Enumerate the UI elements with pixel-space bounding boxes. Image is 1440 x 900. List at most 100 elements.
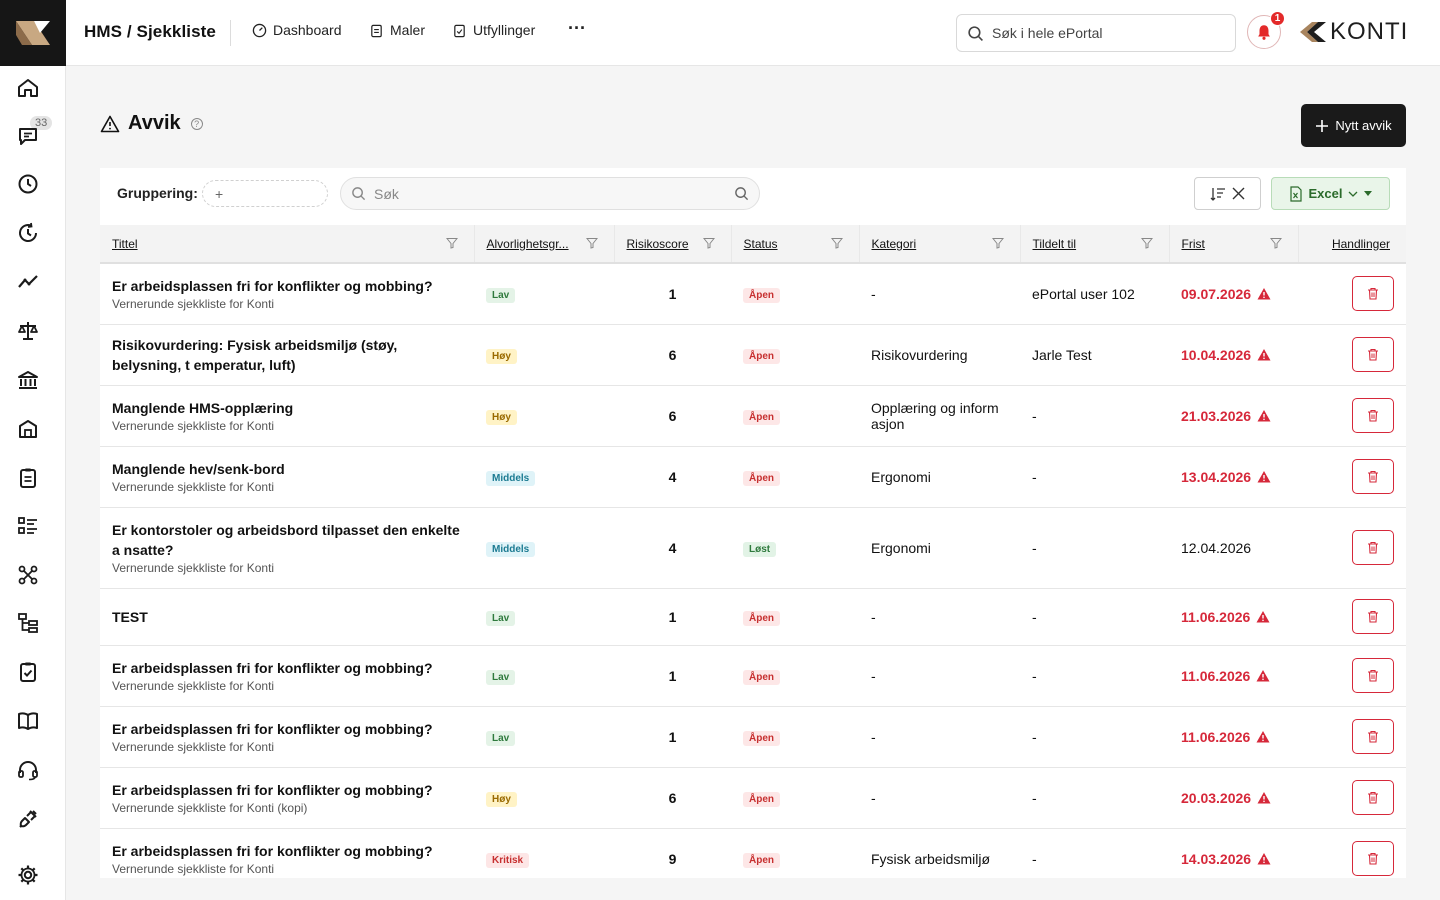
deviation-title[interactable]: Er arbeidsplassen fri for konflikter og … <box>112 658 462 678</box>
nav-dashboard[interactable]: Dashboard <box>252 22 342 38</box>
grouping-add-button[interactable]: + <box>202 180 328 207</box>
delete-button[interactable] <box>1352 398 1394 433</box>
clear-sort-button[interactable] <box>1194 177 1261 210</box>
deviation-title[interactable]: Er arbeidsplassen fri for konflikter og … <box>112 780 462 800</box>
deviation-title[interactable]: TEST <box>112 607 462 627</box>
status-badge: Løst <box>743 541 777 557</box>
sidebar-item-clock[interactable] <box>14 170 42 198</box>
filter-icon[interactable] <box>991 237 1004 249</box>
table-row[interactable]: Er arbeidsplassen fri for konflikter og … <box>100 827 1406 878</box>
overdue-warning-icon <box>1256 730 1270 742</box>
deviation-source: Vernerunde sjekkliste for Konti <box>112 862 275 877</box>
deviation-title[interactable]: Er arbeidsplassen fri for konflikter og … <box>112 719 462 739</box>
app-logo[interactable] <box>0 0 66 66</box>
column-header[interactable]: Tildelt til <box>1020 225 1170 263</box>
deviation-title[interactable]: Er kontorstoler og arbeidsbord tilpasset… <box>112 520 462 560</box>
due-date-overdue: 21.03.2026 <box>1181 408 1286 424</box>
cell-actions <box>1298 766 1406 828</box>
column-header[interactable]: Handlinger <box>1298 225 1406 263</box>
delete-button[interactable] <box>1352 530 1394 565</box>
deviation-title[interactable]: Manglende hev/senk-bord <box>112 459 462 479</box>
deviation-title[interactable]: Er arbeidsplassen fri for konflikter og … <box>112 276 462 296</box>
delete-button[interactable] <box>1352 337 1394 372</box>
nav-maler[interactable]: Maler <box>369 22 425 38</box>
filter-icon[interactable] <box>585 237 598 249</box>
delete-button[interactable] <box>1352 276 1394 312</box>
deviation-title[interactable]: Manglende HMS-opplæring <box>112 398 462 418</box>
category: Fysisk arbeidsmiljø <box>859 827 1020 878</box>
assignee: - <box>1020 506 1169 588</box>
column-header-label: Alvorlighetsgr... <box>486 236 569 251</box>
delete-button[interactable] <box>1352 658 1394 693</box>
due-date-overdue: 11.06.2026 <box>1181 668 1286 684</box>
cell-severity: Lav <box>474 705 614 767</box>
more-menu-button[interactable]: ··· <box>568 18 586 39</box>
filter-icon[interactable] <box>1269 237 1282 249</box>
cell-title: Er arbeidsplassen fri for konflikter og … <box>100 644 474 706</box>
sidebar-item-network[interactable] <box>14 561 42 589</box>
table-row[interactable]: Er arbeidsplassen fri for konflikter og … <box>100 262 1406 324</box>
deviation-source: Vernerunde sjekkliste for Konti <box>112 679 275 693</box>
due-date: 09.07.2026 <box>1181 285 1252 302</box>
category: - <box>859 705 1020 767</box>
column-header[interactable]: Alvorlighetsgr... <box>474 225 615 263</box>
sidebar-item-checklist[interactable] <box>14 658 42 686</box>
delete-button[interactable] <box>1352 459 1394 494</box>
status-badge: Åpen <box>743 409 780 425</box>
severity-badge: Middels <box>486 541 536 557</box>
column-header[interactable]: Tittel <box>100 225 475 263</box>
table-row[interactable]: Manglende HMS-opplæring Vernerunde sjekkl… <box>100 384 1406 446</box>
delete-button[interactable] <box>1352 780 1394 815</box>
help-icon[interactable]: ? <box>190 117 203 130</box>
sidebar-item-history[interactable] <box>14 219 42 247</box>
konti-logo-text: KONTI <box>1330 18 1409 45</box>
delete-button[interactable] <box>1352 719 1394 754</box>
global-search-input[interactable]: Søk i hele ePortal <box>956 14 1236 52</box>
table-row[interactable]: TEST Lav 1 Åpen - -11.06.2026 <box>100 587 1406 645</box>
excel-export-button[interactable]: Excel <box>1271 177 1390 210</box>
delete-button[interactable] <box>1352 841 1394 877</box>
sidebar-item-settings[interactable] <box>14 861 42 889</box>
sidebar-item-book[interactable] <box>14 707 42 735</box>
new-deviation-button[interactable]: Nytt avvik <box>1301 104 1406 147</box>
sidebar-item-hierarchy[interactable] <box>14 609 42 637</box>
assignee: Jarle Test <box>1020 323 1169 385</box>
headset-icon <box>18 761 38 781</box>
filter-icon[interactable] <box>1140 237 1153 249</box>
deviation-title[interactable]: Er arbeidsplassen fri for konflikter og … <box>112 841 462 861</box>
deviation-title[interactable]: Risikovurdering: Fysisk arbeidsmiljø (st… <box>112 335 462 375</box>
sidebar-item-home[interactable] <box>14 74 42 102</box>
table-row[interactable]: Risikovurdering: Fysisk arbeidsmiljø (st… <box>100 323 1406 385</box>
sidebar-item-scale[interactable] <box>14 317 42 345</box>
table-row[interactable]: Er arbeidsplassen fri for konflikter og … <box>100 644 1406 706</box>
due-date-overdue: 14.03.2026 <box>1181 851 1286 867</box>
sidebar-item-list[interactable] <box>14 512 42 540</box>
trash-icon <box>1368 669 1378 682</box>
cell-severity: Kritisk <box>474 827 614 878</box>
sidebar-item-headset[interactable] <box>14 756 42 784</box>
table-search-input[interactable]: Søk <box>340 177 760 210</box>
sidebar-item-messages[interactable] <box>14 122 42 150</box>
column-header[interactable]: Risikoscore <box>614 225 732 263</box>
cell-due: 13.04.2026 <box>1169 445 1298 507</box>
filter-icon[interactable] <box>445 237 458 249</box>
filter-icon[interactable] <box>830 237 843 249</box>
risk-score: 1 <box>614 587 731 645</box>
nav-utfyllinger[interactable]: Utfyllinger <box>452 22 535 38</box>
sidebar-item-trend[interactable] <box>14 268 42 296</box>
table-row[interactable]: Er kontorstoler og arbeidsbord tilpasset… <box>100 506 1406 588</box>
filter-icon[interactable] <box>702 237 715 249</box>
table-row[interactable]: Er arbeidsplassen fri for konflikter og … <box>100 705 1406 767</box>
column-header[interactable]: Status <box>731 225 860 263</box>
column-header[interactable]: Frist <box>1169 225 1299 263</box>
sidebar-item-bank[interactable] <box>14 366 42 394</box>
nav-dashboard-label: Dashboard <box>273 22 342 38</box>
table-row[interactable]: Er arbeidsplassen fri for konflikter og … <box>100 766 1406 828</box>
sidebar-item-building[interactable] <box>14 415 42 443</box>
column-header[interactable]: Kategori <box>859 225 1021 263</box>
delete-button[interactable] <box>1352 599 1394 634</box>
table-row[interactable]: Manglende hev/senk-bord Vernerunde sjekkl… <box>100 445 1406 507</box>
search-submit-icon[interactable] <box>734 186 749 201</box>
sidebar-item-clipboard[interactable] <box>14 464 42 492</box>
sidebar-item-plug[interactable] <box>14 805 42 833</box>
